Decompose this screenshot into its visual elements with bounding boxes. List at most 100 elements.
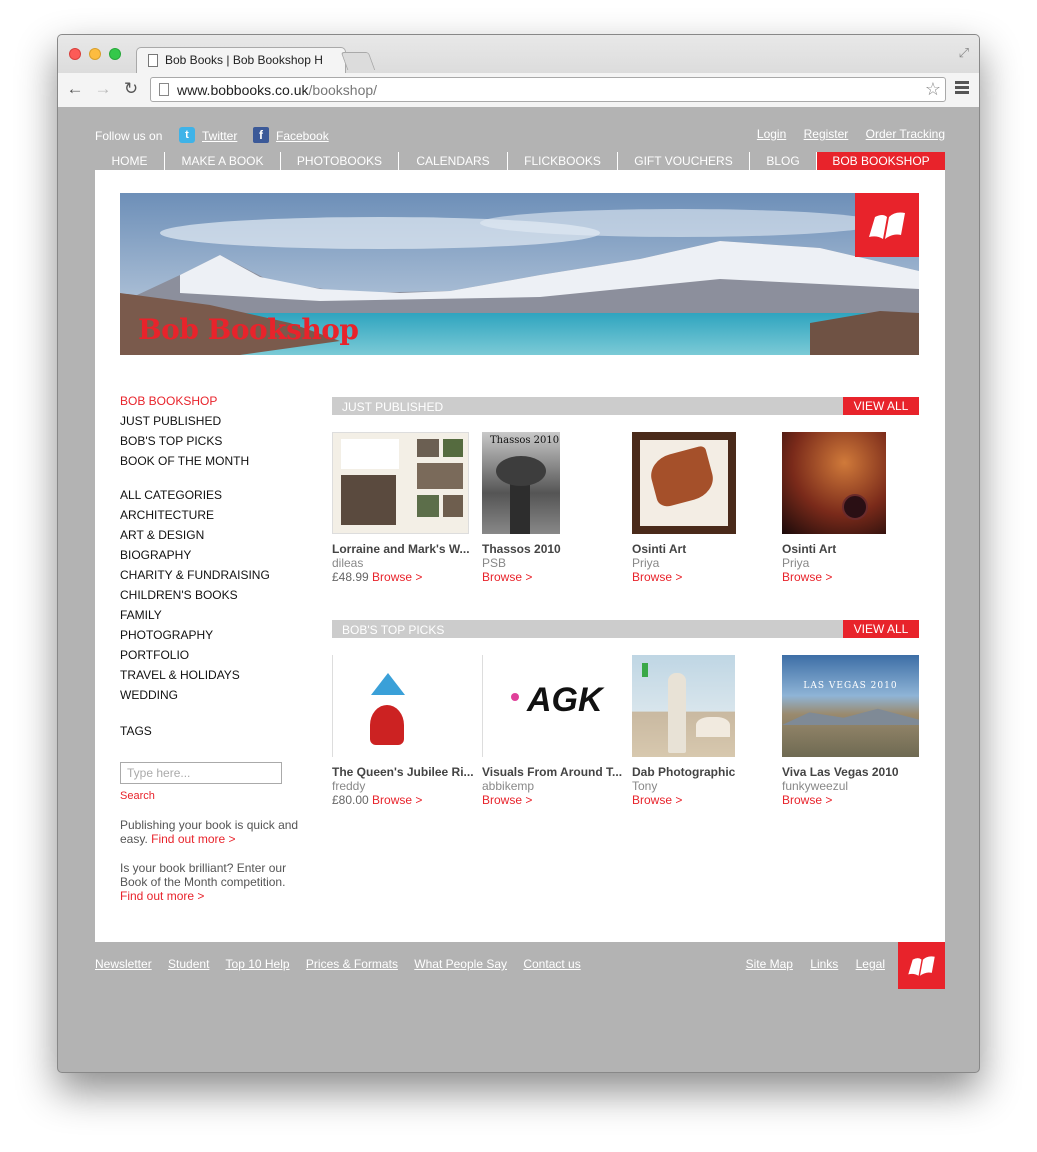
browse-link[interactable]: Browse >: [782, 793, 832, 807]
book-cover[interactable]: [632, 432, 736, 534]
browse-link[interactable]: Browse >: [372, 793, 422, 807]
twitter-icon[interactable]: t: [179, 127, 195, 143]
sidebar-item-book-of-the-month[interactable]: BOOK OF THE MONTH: [120, 454, 249, 468]
book-cover[interactable]: [332, 432, 469, 534]
browse-link[interactable]: Browse >: [482, 570, 532, 584]
browse-link[interactable]: Browse >: [632, 570, 682, 584]
main-nav: HOME MAKE A BOOK PHOTOBOOKS CALENDARS FL…: [95, 152, 945, 170]
order-tracking-link[interactable]: Order Tracking: [866, 127, 945, 141]
sidebar-item-architecture[interactable]: ARCHITECTURE: [120, 508, 214, 522]
fullscreen-icon[interactable]: ⤢: [959, 45, 969, 61]
sidebar-item-top-picks[interactable]: BOB'S TOP PICKS: [120, 434, 222, 448]
forward-icon[interactable]: →: [92, 79, 114, 99]
footer-logo-icon[interactable]: [898, 942, 945, 989]
account-links: Login Register Order Tracking: [743, 127, 945, 141]
sidebar-item-wedding[interactable]: WEDDING: [120, 688, 178, 702]
sidebar-item-just-published[interactable]: JUST PUBLISHED: [120, 414, 221, 428]
section-title: JUST PUBLISHED: [342, 400, 444, 414]
book-author: abbikemp: [482, 779, 535, 793]
close-window-icon[interactable]: [69, 48, 81, 60]
sidebar-item-family[interactable]: FAMILY: [120, 608, 162, 622]
publish-find-out-more-link[interactable]: Find out more >: [151, 832, 235, 846]
browser-window: Bob Books | Bob Bookshop H ⤢ ← → ↻ www.b…: [57, 34, 980, 1073]
sidebar-item-portfolio[interactable]: PORTFOLIO: [120, 648, 189, 662]
footer-link-legal[interactable]: Legal: [856, 957, 885, 971]
zoom-window-icon[interactable]: [109, 48, 121, 60]
sidebar-item-childrens-books[interactable]: CHILDREN'S BOOKS: [120, 588, 238, 602]
sidebar-item-biography[interactable]: BIOGRAPHY: [120, 548, 191, 562]
book-title[interactable]: Osinti Art: [782, 542, 924, 556]
book-cover[interactable]: AGK: [482, 655, 619, 757]
twitter-link[interactable]: Twitter: [202, 129, 237, 143]
book-title[interactable]: Osinti Art: [632, 542, 774, 556]
nav-flickbooks[interactable]: FLICKBOOKS: [508, 152, 618, 170]
view-all-button[interactable]: VIEW ALL: [843, 620, 919, 638]
bob-books-logo-icon[interactable]: [855, 193, 919, 257]
book-title[interactable]: Viva Las Vegas 2010: [782, 765, 924, 779]
nav-blog[interactable]: BLOG: [750, 152, 817, 170]
browse-link[interactable]: Browse >: [482, 793, 532, 807]
banner: Bob Bookshop: [120, 193, 919, 355]
book-cover[interactable]: [632, 655, 735, 757]
url-host: www.bobbooks.co.uk: [177, 82, 309, 98]
minimize-window-icon[interactable]: [89, 48, 101, 60]
nav-bob-bookshop[interactable]: BOB BOOKSHOP: [817, 152, 945, 170]
nav-calendars[interactable]: CALENDARS: [399, 152, 508, 170]
content-panel: Bob Bookshop BOB BOOKSHOP JUST PUBLISHED…: [95, 170, 945, 942]
search-button[interactable]: Search: [120, 790, 155, 802]
tab-title: Bob Books | Bob Bookshop H: [165, 53, 323, 67]
book-title[interactable]: Dab Photographic: [632, 765, 774, 779]
browser-tab[interactable]: Bob Books | Bob Bookshop H: [136, 47, 346, 73]
book-author: dileas: [332, 556, 364, 570]
footer-link-contact[interactable]: Contact us: [523, 957, 580, 971]
footer-link-newsletter[interactable]: Newsletter: [95, 957, 152, 971]
book-cover[interactable]: Thassos 2010: [482, 432, 560, 534]
menu-icon[interactable]: [955, 81, 969, 96]
new-tab-button[interactable]: [340, 52, 376, 70]
sidebar-item-all-categories[interactable]: ALL CATEGORIES: [120, 488, 222, 502]
book-cover-text: AGK: [527, 681, 603, 719]
book-cover[interactable]: [332, 655, 469, 757]
footer-link-top10-help[interactable]: Top 10 Help: [226, 957, 290, 971]
book-title[interactable]: Thassos 2010: [482, 542, 624, 556]
book-title[interactable]: Lorraine and Mark's W...: [332, 542, 474, 556]
back-icon[interactable]: ←: [64, 79, 86, 99]
footer-link-prices[interactable]: Prices & Formats: [306, 957, 398, 971]
search-input[interactable]: Type here...: [120, 762, 282, 784]
sidebar-item-bob-bookshop[interactable]: BOB BOOKSHOP: [120, 394, 217, 408]
botm-blurb-text: Is your book brilliant? Enter our Book o…: [120, 861, 287, 889]
address-bar[interactable]: www.bobbooks.co.uk/bookshop/ ☆: [150, 77, 946, 102]
footer-link-what-people-say[interactable]: What People Say: [414, 957, 507, 971]
botm-find-out-more-link[interactable]: Find out more >: [120, 889, 204, 903]
nav-home[interactable]: HOME: [95, 152, 165, 170]
browse-link[interactable]: Browse >: [372, 570, 422, 584]
browse-link[interactable]: Browse >: [782, 570, 832, 584]
book-cover-text: LAS VEGAS 2010: [803, 681, 898, 691]
book-author: PSB: [482, 556, 507, 570]
section-title: BOB'S TOP PICKS: [342, 623, 445, 637]
facebook-link[interactable]: Facebook: [276, 129, 329, 143]
bookmark-star-icon[interactable]: ☆: [925, 79, 941, 100]
footer-link-site-map[interactable]: Site Map: [746, 957, 793, 971]
sidebar-item-tags[interactable]: TAGS: [120, 724, 152, 738]
view-all-button[interactable]: VIEW ALL: [843, 397, 919, 415]
book-title[interactable]: The Queen's Jubilee Ri...: [332, 765, 474, 779]
reload-icon[interactable]: ↻: [120, 79, 142, 99]
book-cover[interactable]: LAS VEGAS 2010: [782, 655, 919, 757]
login-link[interactable]: Login: [757, 127, 786, 141]
facebook-icon[interactable]: f: [253, 127, 269, 143]
sidebar-item-charity[interactable]: CHARITY & FUNDRAISING: [120, 568, 270, 582]
footer-link-links[interactable]: Links: [810, 957, 838, 971]
nav-make-a-book[interactable]: MAKE A BOOK: [165, 152, 281, 170]
sidebar-item-art-design[interactable]: ART & DESIGN: [120, 528, 204, 542]
book-author: Priya: [782, 556, 810, 570]
browse-link[interactable]: Browse >: [632, 793, 682, 807]
register-link[interactable]: Register: [804, 127, 849, 141]
nav-photobooks[interactable]: PHOTOBOOKS: [281, 152, 399, 170]
footer-link-student[interactable]: Student: [168, 957, 209, 971]
sidebar-item-photography[interactable]: PHOTOGRAPHY: [120, 628, 213, 642]
nav-gift-vouchers[interactable]: GIFT VOUCHERS: [618, 152, 750, 170]
book-title[interactable]: Visuals From Around T...: [482, 765, 624, 779]
sidebar-item-travel[interactable]: TRAVEL & HOLIDAYS: [120, 668, 240, 682]
book-cover[interactable]: [782, 432, 886, 534]
